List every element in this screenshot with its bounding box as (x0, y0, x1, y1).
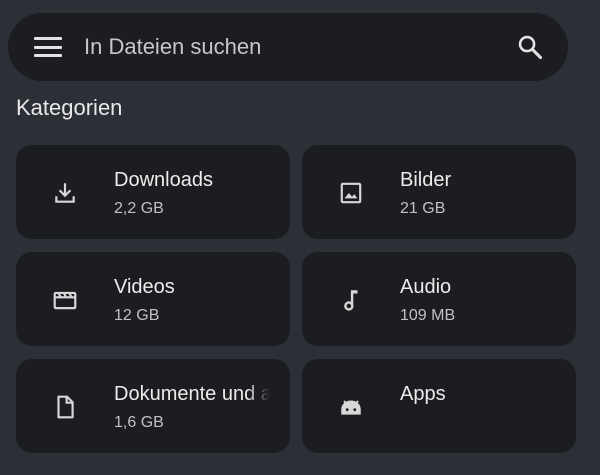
category-card-documents[interactable]: Dokumente und andere 1,6 GB (16, 359, 290, 453)
document-icon (57, 395, 74, 419)
category-label: Bilder (400, 169, 452, 191)
category-size: 12 GB (114, 307, 160, 324)
search-bar[interactable] (8, 13, 568, 81)
category-label: Apps (400, 383, 446, 405)
category-label: Downloads (114, 169, 213, 191)
category-label: Audio (400, 276, 452, 298)
android-icon (341, 400, 361, 415)
search-icon[interactable] (516, 33, 544, 61)
menu-icon[interactable] (34, 37, 62, 57)
category-size: 1,6 GB (114, 414, 164, 431)
category-card-images[interactable]: Bilder 21 GB (302, 145, 576, 239)
search-input[interactable] (84, 27, 484, 67)
category-label: Videos (114, 276, 175, 298)
category-size: 2,2 GB (114, 200, 164, 217)
category-card-downloads[interactable]: Downloads 2,2 GB (16, 145, 290, 239)
image-icon (340, 182, 362, 204)
category-label: Dokumente und andere (114, 383, 270, 405)
music-note-icon (344, 290, 358, 311)
section-title: Kategorien (16, 95, 123, 120)
video-icon (53, 291, 77, 310)
download-icon (55, 183, 75, 203)
category-card-apps[interactable]: Apps (302, 359, 576, 453)
category-card-videos[interactable]: Videos 12 GB (16, 252, 290, 346)
category-size: 21 GB (400, 200, 446, 217)
category-size: 109 MB (400, 307, 456, 324)
category-card-audio[interactable]: Audio 109 MB (302, 252, 576, 346)
